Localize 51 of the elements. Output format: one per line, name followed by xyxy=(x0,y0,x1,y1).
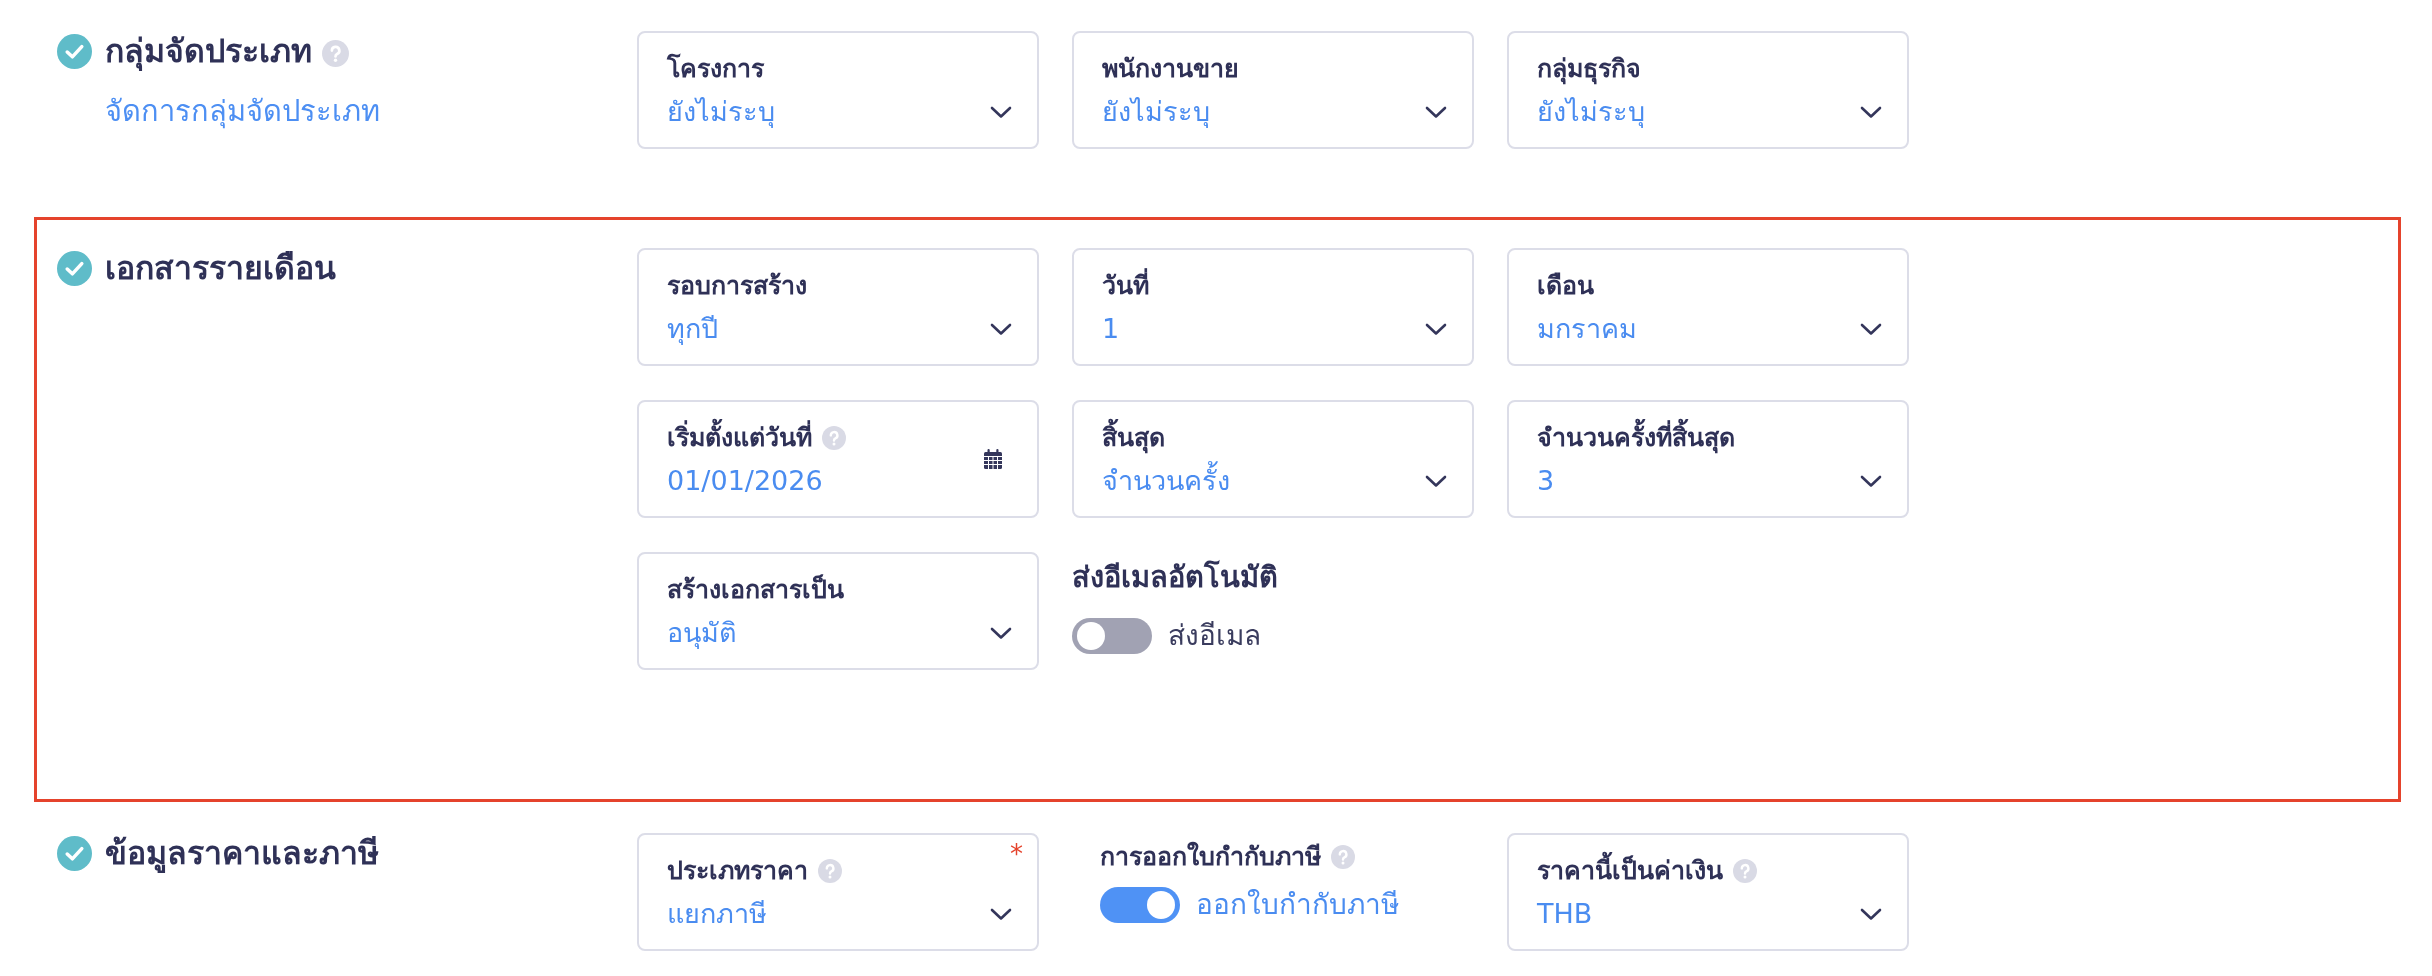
select-field[interactable]: เดือน มกราคม xyxy=(1507,248,1909,366)
chevron-down-icon xyxy=(1860,475,1882,488)
switch-label: ส่งอีเมลอัตโนมัติ xyxy=(1072,559,1278,595)
select-field[interactable]: รอบการสร้าง ทุกปี xyxy=(637,248,1039,366)
help-icon[interactable] xyxy=(322,39,349,67)
field-label: เริ่มตั้งแต่วันที่ xyxy=(667,420,812,456)
select-field[interactable]: จำนวนครั้งที่สิ้นสุด 3 xyxy=(1507,400,1909,518)
field-label: กลุ่มธุรกิจ xyxy=(1537,53,1641,87)
select-field[interactable]: ราคานี้เป็นค่าเงิน THB xyxy=(1507,833,1909,951)
calendar-icon xyxy=(983,449,1003,469)
chevron-down-icon xyxy=(1425,106,1447,119)
toggle-switch[interactable] xyxy=(1100,887,1180,923)
chevron-down-icon xyxy=(990,106,1012,119)
field-label: ประเภทราคา xyxy=(667,855,808,887)
chevron-down-icon xyxy=(1425,323,1447,336)
select-field[interactable]: โครงการ ยังไม่ระบุ xyxy=(637,31,1039,149)
section-title: เอกสารรายเดือน xyxy=(105,248,336,288)
field-label: พนักงานขาย xyxy=(1102,53,1239,85)
chevron-down-icon xyxy=(990,627,1012,640)
select-field[interactable]: พนักงานขาย ยังไม่ระบุ xyxy=(1072,31,1474,149)
select-field[interactable]: กลุ่มธุรกิจ ยังไม่ระบุ xyxy=(1507,31,1909,149)
select-field[interactable]: วันที่ 1 xyxy=(1072,248,1474,366)
chevron-down-icon xyxy=(990,323,1012,336)
chevron-down-icon xyxy=(990,908,1012,921)
chevron-down-icon xyxy=(1860,106,1882,119)
help-icon[interactable] xyxy=(822,426,846,450)
date-field[interactable]: เริ่มตั้งแต่วันที่ 01/01/2026 xyxy=(637,400,1039,518)
toggle-switch[interactable] xyxy=(1072,618,1152,654)
help-icon[interactable] xyxy=(818,859,842,883)
field-label: วันที่ xyxy=(1102,268,1149,304)
chevron-down-icon xyxy=(1860,323,1882,336)
help-icon[interactable] xyxy=(1733,859,1757,883)
section-title: ข้อมูลราคาและภาษี xyxy=(105,833,379,873)
switch-label: การออกใบกำกับภาษี xyxy=(1100,840,1321,873)
toggle-text: ออกใบกำกับภาษี xyxy=(1196,887,1399,923)
field-label: โครงการ xyxy=(667,52,764,85)
select-field[interactable]: ประเภทราคา แยกภาษี * xyxy=(637,833,1039,951)
field-label: เดือน xyxy=(1537,270,1594,302)
chevron-down-icon xyxy=(1425,475,1447,488)
field-label: ราคานี้เป็นค่าเงิน xyxy=(1537,853,1723,889)
field-label: จำนวนครั้งที่สิ้นสุด xyxy=(1537,420,1735,456)
chevron-down-icon xyxy=(1860,908,1882,921)
section-title: กลุ่มจัดประเภท xyxy=(105,31,312,71)
select-field[interactable]: สิ้นสุด จำนวนครั้ง xyxy=(1072,400,1474,518)
field-label: สร้างเอกสารเป็น xyxy=(667,573,844,606)
field-label: สิ้นสุด xyxy=(1102,420,1165,456)
field-label: รอบการสร้าง xyxy=(667,270,807,302)
required-mark: * xyxy=(1010,839,1023,869)
toggle-text: ส่งอีเมล xyxy=(1168,618,1261,654)
help-icon[interactable] xyxy=(1331,845,1355,869)
select-field[interactable]: สร้างเอกสารเป็น อนุมัติ xyxy=(637,552,1039,670)
